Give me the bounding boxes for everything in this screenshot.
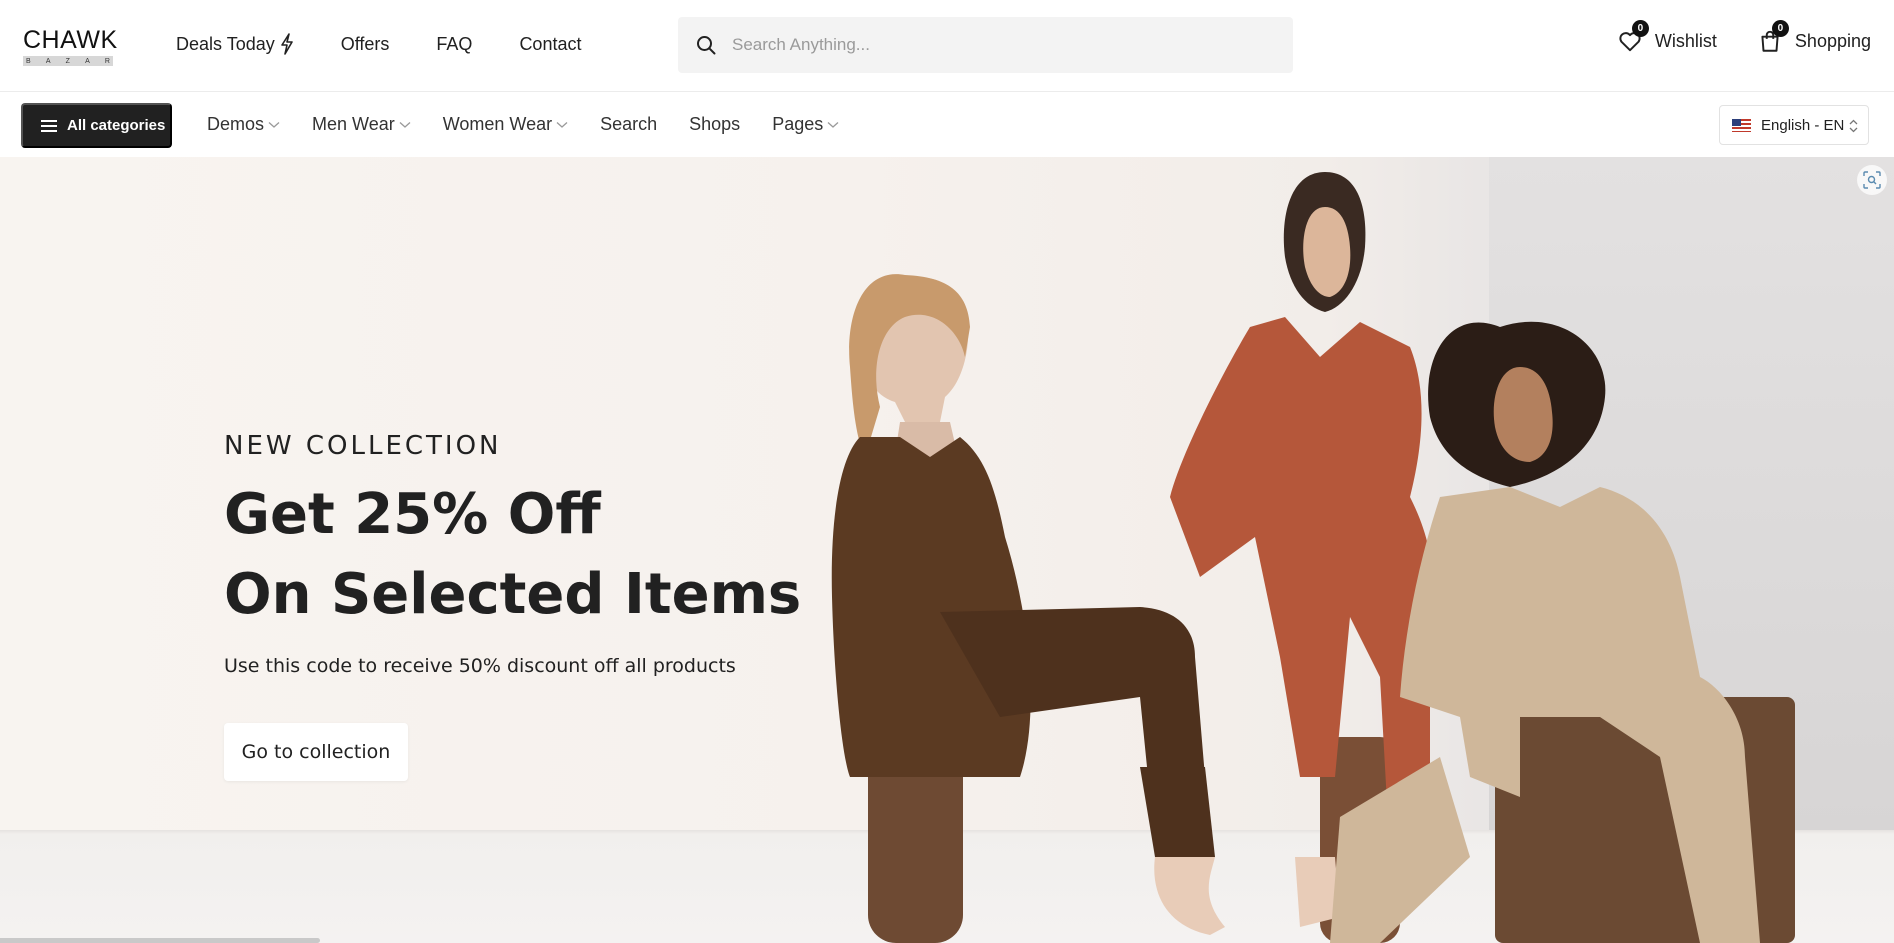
category-nav: Demos Men Wear Women Wear Search Shops P… bbox=[207, 114, 871, 135]
logo-letter: A bbox=[45, 57, 51, 65]
nav-faq[interactable]: FAQ bbox=[436, 34, 472, 55]
hero-content: NEW COLLECTION Get 25% Off On Selected I… bbox=[224, 431, 801, 781]
wishlist-count-badge: 0 bbox=[1631, 20, 1649, 37]
nav-pages-label: Pages bbox=[772, 114, 824, 134]
nav-contact[interactable]: Contact bbox=[519, 34, 581, 55]
cart-icon-wrap: 0 bbox=[1757, 20, 1789, 54]
chevron-down-icon bbox=[268, 121, 280, 128]
language-selector[interactable]: English - EN bbox=[1719, 105, 1869, 145]
cart-button[interactable]: 0 Shopping bbox=[1757, 20, 1871, 54]
category-bar: All categories Demos Men Wear Women Wear… bbox=[0, 93, 1894, 157]
nav-pages[interactable]: Pages bbox=[772, 114, 839, 135]
cart-label: Shopping bbox=[1794, 30, 1871, 51]
lens-icon bbox=[1863, 171, 1881, 189]
nav-demos[interactable]: Demos bbox=[207, 114, 280, 135]
header-actions: 0 Wishlist 0 Shopping bbox=[1577, 20, 1871, 54]
logo[interactable]: CHAWK B A Z A R bbox=[23, 26, 118, 66]
hero-eyebrow: NEW COLLECTION bbox=[224, 431, 502, 461]
nav-women-wear[interactable]: Women Wear bbox=[443, 114, 568, 135]
us-flag-icon bbox=[1732, 118, 1751, 132]
horizontal-scrollbar[interactable] bbox=[0, 938, 320, 943]
hero-banner: NEW COLLECTION Get 25% Off On Selected I… bbox=[0, 157, 1894, 943]
chevron-updown-icon bbox=[1849, 119, 1858, 133]
hero-subtitle: Use this code to receive 50% discount of… bbox=[224, 655, 736, 677]
main-nav: Deals Today Offers FAQ Contact bbox=[176, 33, 628, 55]
search-icon[interactable] bbox=[696, 35, 716, 55]
top-header: CHAWK B A Z A R Deals Today Offers FAQ C… bbox=[0, 0, 1894, 92]
nav-women-wear-label: Women Wear bbox=[442, 114, 553, 134]
search-input[interactable] bbox=[732, 35, 1272, 55]
logo-letter: R bbox=[104, 57, 110, 65]
go-to-collection-button[interactable]: Go to collection bbox=[224, 723, 408, 781]
lightning-icon bbox=[280, 33, 293, 55]
wishlist-icon-wrap: 0 bbox=[1617, 20, 1649, 54]
all-categories-button[interactable]: All categories bbox=[21, 103, 172, 148]
all-categories-label: All categories bbox=[67, 117, 166, 134]
nav-deals-today-label: Deals Today bbox=[176, 33, 275, 54]
wishlist-label: Wishlist bbox=[1654, 30, 1717, 51]
logo-letter: B bbox=[26, 57, 31, 65]
nav-shops[interactable]: Shops bbox=[689, 114, 740, 135]
nav-men-wear-label: Men Wear bbox=[312, 114, 395, 134]
nav-faq-label: FAQ bbox=[436, 33, 473, 54]
visual-search-lens-button[interactable] bbox=[1857, 165, 1887, 195]
hero-headline-line-1: Get 25% Off bbox=[224, 482, 601, 547]
logo-subtitle: B A Z A R bbox=[23, 56, 113, 66]
chevron-down-icon bbox=[827, 121, 839, 128]
search-bar bbox=[678, 17, 1293, 73]
hero-headline: Get 25% Off On Selected Items bbox=[224, 475, 801, 635]
chevron-down-icon bbox=[399, 121, 411, 128]
nav-search[interactable]: Search bbox=[600, 114, 657, 135]
nav-contact-label: Contact bbox=[519, 33, 582, 54]
nav-shops-label: Shops bbox=[689, 114, 741, 134]
model-brown-suit bbox=[831, 274, 1225, 943]
language-label: English - EN bbox=[1761, 116, 1845, 134]
nav-search-label: Search bbox=[600, 114, 658, 134]
hamburger-icon bbox=[41, 119, 57, 132]
nav-deals-today[interactable]: Deals Today bbox=[176, 33, 294, 55]
nav-demos-label: Demos bbox=[207, 114, 265, 134]
hero-headline-line-2: On Selected Items bbox=[224, 562, 802, 627]
nav-offers-label: Offers bbox=[340, 33, 390, 54]
logo-letter: Z bbox=[65, 57, 70, 65]
nav-men-wear[interactable]: Men Wear bbox=[312, 114, 411, 135]
cart-count-badge: 0 bbox=[1771, 20, 1789, 37]
chevron-down-icon bbox=[556, 121, 568, 128]
wishlist-button[interactable]: 0 Wishlist bbox=[1617, 20, 1717, 54]
logo-wordmark: CHAWK bbox=[23, 26, 118, 54]
nav-offers[interactable]: Offers bbox=[341, 34, 390, 55]
logo-letter: A bbox=[85, 57, 90, 65]
